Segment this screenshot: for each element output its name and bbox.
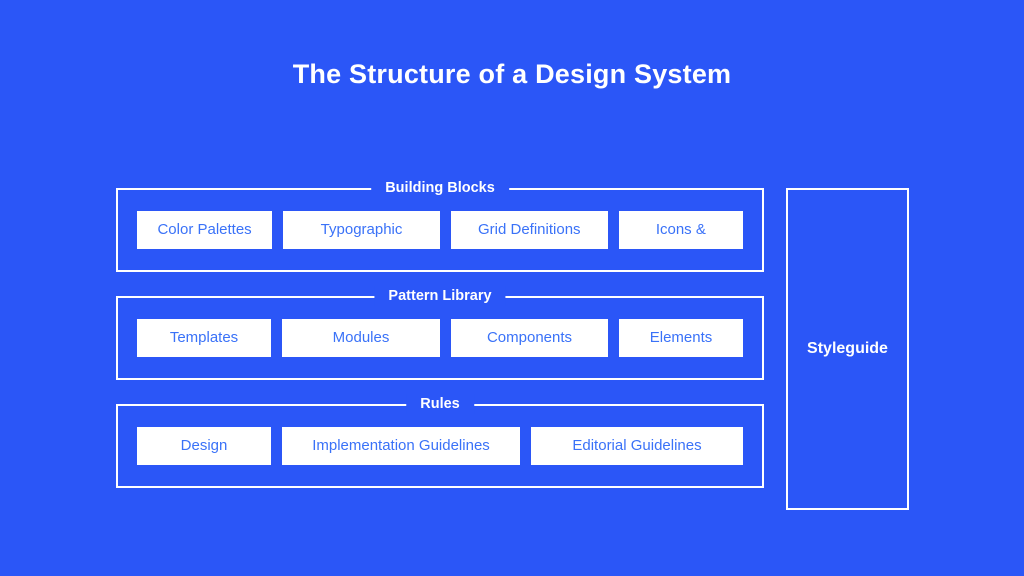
chip-editorial-guidelines[interactable]: Editorial Guidelines [531, 427, 743, 465]
styleguide-panel: Styleguide [786, 188, 909, 510]
slide-canvas: The Structure of a Design System Buildin… [0, 0, 1024, 576]
group-legend-building-blocks: Building Blocks [371, 178, 509, 198]
chip-templates[interactable]: Templates [137, 319, 271, 357]
group-building-blocks: Building Blocks Color Palettes Typograph… [116, 178, 764, 272]
chip-implementation-guidelines[interactable]: Implementation Guidelines [282, 427, 520, 465]
group-pattern-library: Pattern Library Templates Modules Compon… [116, 286, 764, 380]
chip-design[interactable]: Design [137, 427, 271, 465]
chip-row-building-blocks: Color Palettes Typographic Grid Definiti… [118, 190, 762, 270]
chip-icons[interactable]: Icons & [618, 211, 744, 249]
group-legend-pattern-library: Pattern Library [374, 286, 506, 306]
group-stack: Building Blocks Color Palettes Typograph… [116, 178, 764, 488]
chip-modules[interactable]: Modules [282, 319, 440, 357]
chip-grid-definitions[interactable]: Grid Definitions [450, 211, 608, 249]
chip-elements[interactable]: Elements [619, 319, 743, 357]
chip-typographic[interactable]: Typographic [283, 211, 440, 249]
page-title: The Structure of a Design System [292, 59, 732, 89]
chip-row-pattern-library: Templates Modules Components Elements [118, 298, 762, 378]
chip-components[interactable]: Components [451, 319, 608, 357]
group-legend-rules: Rules [406, 394, 474, 414]
chip-row-rules: Design Implementation Guidelines Editori… [118, 406, 762, 486]
group-rules: Rules Design Implementation Guidelines E… [116, 394, 764, 488]
styleguide-label: Styleguide [807, 340, 888, 357]
chip-color-palettes[interactable]: Color Palettes [137, 211, 273, 249]
